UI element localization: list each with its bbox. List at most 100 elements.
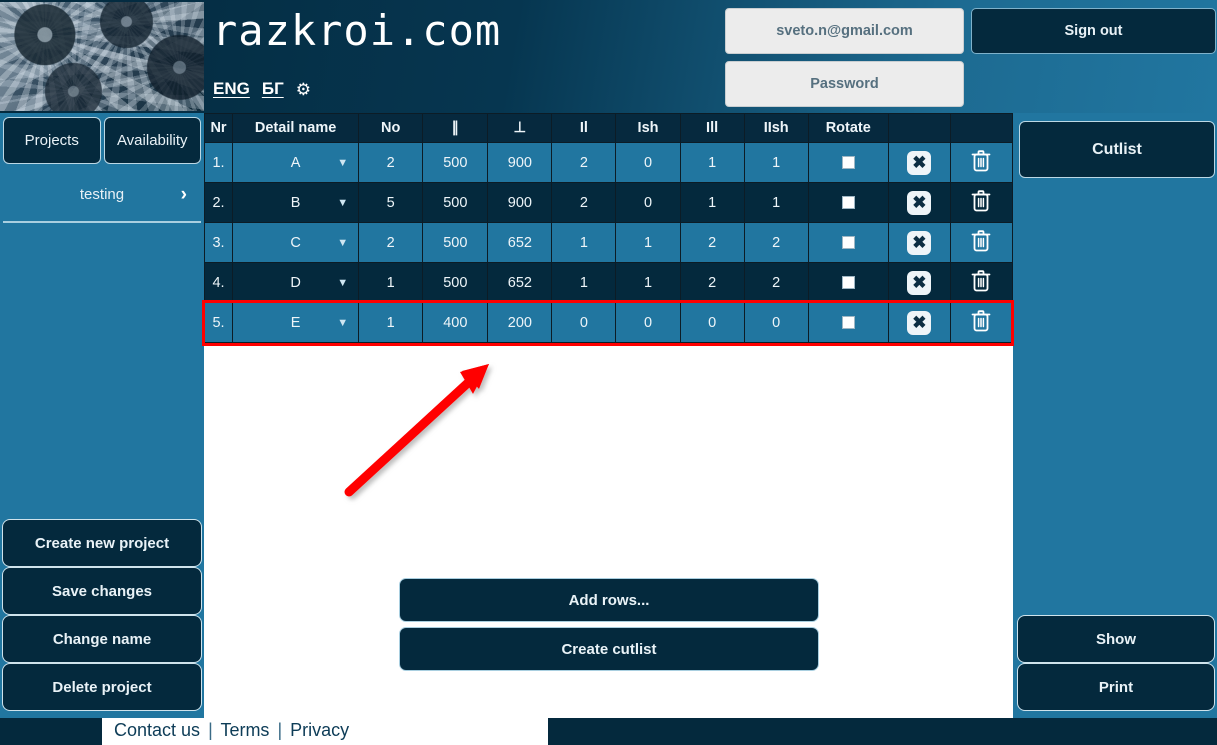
- cell-no[interactable]: 1: [358, 262, 424, 303]
- cell-ish[interactable]: 0: [615, 142, 681, 183]
- cell-delete[interactable]: [949, 182, 1014, 223]
- settings-gear-icon[interactable]: ⚙: [296, 81, 311, 98]
- cell-ill[interactable]: 1: [679, 142, 745, 183]
- cell-iish[interactable]: 0: [743, 302, 809, 343]
- cell-parallel[interactable]: 500: [422, 222, 489, 263]
- cell-ill[interactable]: 1: [679, 182, 745, 223]
- trash-icon[interactable]: [971, 269, 991, 293]
- cell-detail-name-select[interactable]: A ▼: [232, 142, 360, 183]
- cell-parallel[interactable]: 400: [422, 302, 489, 343]
- cell-clear[interactable]: ✖: [887, 222, 951, 263]
- cell-detail-name-select[interactable]: E ▼: [232, 302, 360, 343]
- trash-icon[interactable]: [971, 149, 991, 173]
- save-changes-button[interactable]: Save changes: [2, 567, 202, 615]
- cell-parallel[interactable]: 500: [422, 142, 489, 183]
- sign-out-button[interactable]: Sign out: [971, 8, 1216, 54]
- cell-rotate[interactable]: [807, 302, 889, 343]
- cell-clear[interactable]: ✖: [887, 302, 951, 343]
- cell-iish[interactable]: 2: [743, 222, 809, 263]
- cell-no[interactable]: 5: [358, 182, 424, 223]
- create-new-project-button[interactable]: Create new project: [2, 519, 202, 567]
- cell-il[interactable]: 1: [551, 222, 617, 263]
- clear-row-icon[interactable]: ✖: [907, 190, 932, 215]
- cell-iish[interactable]: 1: [743, 142, 809, 183]
- cell-no[interactable]: 1: [358, 302, 424, 343]
- cutlist-button[interactable]: Cutlist: [1019, 121, 1215, 178]
- password-field[interactable]: Password: [725, 61, 964, 107]
- cell-delete[interactable]: [949, 222, 1014, 263]
- lang-bg-link[interactable]: БГ: [262, 79, 284, 99]
- cell-delete[interactable]: [949, 262, 1014, 303]
- cell-rotate[interactable]: [807, 182, 889, 223]
- site-brand-title: razkroi.com: [212, 6, 502, 55]
- rotate-checkbox[interactable]: [841, 196, 855, 210]
- cell-nr: 5.: [203, 302, 234, 343]
- table-row[interactable]: 5. E ▼ 1 400 200 0 0 0 0 ✖: [203, 302, 1014, 343]
- contact-us-link[interactable]: Contact us: [114, 720, 200, 740]
- cell-rotate[interactable]: [807, 262, 889, 303]
- cell-ill[interactable]: 2: [679, 262, 745, 303]
- cell-parallel[interactable]: 500: [422, 262, 489, 303]
- cell-ill[interactable]: 2: [679, 222, 745, 263]
- cell-parallel[interactable]: 500: [422, 182, 489, 223]
- cell-detail-name-select[interactable]: B ▼: [232, 182, 360, 223]
- cell-perpendicular[interactable]: 900: [487, 182, 553, 223]
- rotate-checkbox[interactable]: [841, 156, 855, 170]
- clear-row-icon[interactable]: ✖: [907, 230, 932, 255]
- cell-il[interactable]: 2: [551, 142, 617, 183]
- cell-perpendicular[interactable]: 652: [487, 222, 553, 263]
- cell-il[interactable]: 2: [551, 182, 617, 223]
- trash-icon[interactable]: [971, 189, 991, 213]
- cell-ill[interactable]: 0: [679, 302, 745, 343]
- change-name-button[interactable]: Change name: [2, 615, 202, 663]
- create-cutlist-button[interactable]: Create cutlist: [399, 627, 819, 671]
- cell-detail-name-select[interactable]: D ▼: [232, 262, 360, 303]
- table-row[interactable]: 4. D ▼ 1 500 652 1 1 2 2 ✖: [203, 262, 1014, 303]
- cell-delete[interactable]: [949, 302, 1014, 343]
- tab-projects[interactable]: Projects: [3, 117, 101, 164]
- cell-no[interactable]: 2: [358, 142, 424, 183]
- lang-eng-link[interactable]: ENG: [213, 79, 250, 99]
- cell-clear[interactable]: ✖: [887, 262, 951, 303]
- table-row[interactable]: 2. B ▼ 5 500 900 2 0 1 1 ✖: [203, 182, 1014, 223]
- col-header-ish: Ish: [615, 113, 681, 143]
- cell-perpendicular[interactable]: 652: [487, 262, 553, 303]
- table-row[interactable]: 3. C ▼ 2 500 652 1 1 2 2 ✖: [203, 222, 1014, 263]
- cell-il[interactable]: 0: [551, 302, 617, 343]
- cell-detail-name-select[interactable]: C ▼: [232, 222, 360, 263]
- privacy-link[interactable]: Privacy: [290, 720, 349, 740]
- cell-perpendicular[interactable]: 900: [487, 142, 553, 183]
- cell-rotate[interactable]: [807, 142, 889, 183]
- project-list-item-testing[interactable]: testing ›: [3, 168, 201, 223]
- cell-il[interactable]: 1: [551, 262, 617, 303]
- right-sidebar-actions: Show Print: [1017, 615, 1215, 711]
- cell-ish[interactable]: 0: [615, 302, 681, 343]
- show-button[interactable]: Show: [1017, 615, 1215, 663]
- clear-row-icon[interactable]: ✖: [907, 310, 932, 335]
- cell-clear[interactable]: ✖: [887, 142, 951, 183]
- trash-icon[interactable]: [971, 229, 991, 253]
- cell-clear[interactable]: ✖: [887, 182, 951, 223]
- rotate-checkbox[interactable]: [841, 276, 855, 290]
- rotate-checkbox[interactable]: [841, 316, 855, 330]
- cell-perpendicular[interactable]: 200: [487, 302, 553, 343]
- tab-availability[interactable]: Availability: [103, 117, 201, 164]
- email-field[interactable]: sveto.n@gmail.com: [725, 8, 964, 54]
- trash-icon[interactable]: [971, 309, 991, 333]
- cell-iish[interactable]: 2: [743, 262, 809, 303]
- cell-iish[interactable]: 1: [743, 182, 809, 223]
- cell-ish[interactable]: 1: [615, 222, 681, 263]
- rotate-checkbox[interactable]: [841, 236, 855, 250]
- print-button[interactable]: Print: [1017, 663, 1215, 711]
- clear-row-icon[interactable]: ✖: [907, 150, 932, 175]
- cell-ish[interactable]: 0: [615, 182, 681, 223]
- cell-ish[interactable]: 1: [615, 262, 681, 303]
- cell-no[interactable]: 2: [358, 222, 424, 263]
- delete-project-button[interactable]: Delete project: [2, 663, 202, 711]
- terms-link[interactable]: Terms: [220, 720, 269, 740]
- cell-delete[interactable]: [949, 142, 1014, 183]
- clear-row-icon[interactable]: ✖: [907, 270, 932, 295]
- add-rows-button[interactable]: Add rows...: [399, 578, 819, 622]
- table-row[interactable]: 1. A ▼ 2 500 900 2 0 1 1 ✖: [203, 142, 1014, 183]
- cell-rotate[interactable]: [807, 222, 889, 263]
